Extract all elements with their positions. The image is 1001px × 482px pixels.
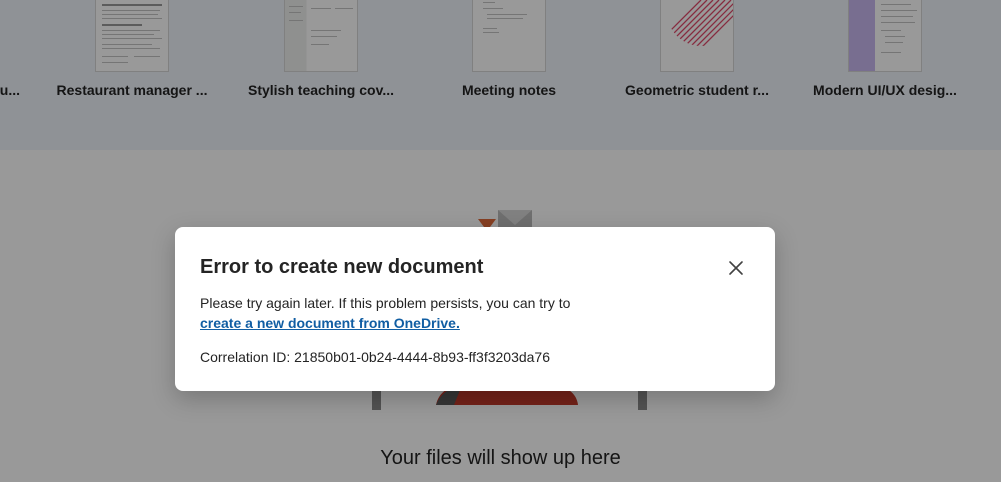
dialog-title: Error to create new document [200,256,484,278]
dialog-message-text: Please try again later. If this problem … [200,295,571,311]
page: u... Restaurant manager ... Stylish teac… [0,0,1001,482]
correlation-id: Correlation ID: 21850b01-0b24-4444-8b93-… [200,349,551,365]
onedrive-create-link[interactable]: create a new document from OneDrive. [200,315,460,331]
dialog-message: Please try again later. If this problem … [200,293,750,333]
close-button[interactable] [725,257,747,279]
error-dialog: Error to create new document Please try … [175,227,775,391]
close-icon [729,261,743,275]
